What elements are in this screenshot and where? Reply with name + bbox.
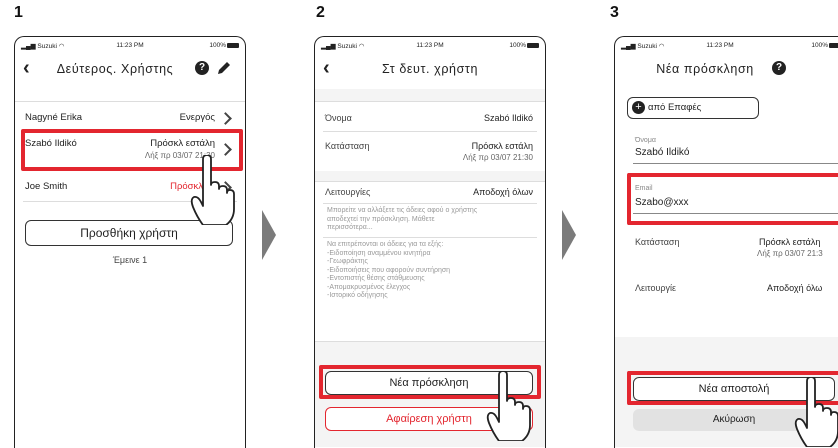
nav-bar: ‹ Στ δευτ. χρήστη [315, 55, 545, 85]
user-name: Joe Smith [25, 181, 68, 192]
back-icon[interactable]: ‹ [23, 57, 30, 80]
remaining-count: Έμεινε 1 [112, 255, 148, 265]
invite-expiry: Λήξ πρ 03/07 21:3 [757, 249, 823, 258]
name-label: Όνομα [325, 113, 352, 123]
step-number-3: 3 [610, 4, 619, 21]
phone-screen-1: ▂▄▆ Suzuki ◠ 11:23 PM 100% ‹ Δεύτερος. Χ… [14, 36, 246, 448]
user-row[interactable]: Nagyné Erika Ενεργός [15, 108, 245, 128]
edit-pencil-icon[interactable] [216, 60, 232, 76]
phone-screen-3: ▂▄▆ Suzuki ◠ 11:23 PM 100% Νέα πρόσκληση… [614, 36, 838, 448]
status-label: Κατάσταση [325, 141, 370, 151]
step-number-2: 2 [316, 4, 325, 21]
chevron-right-icon [219, 112, 232, 125]
functions-value: Αποδοχή όλω [767, 283, 823, 293]
status-row: Κατάσταση Πρόσκλ εστάλη Λήξ πρ 03/07 21:… [315, 137, 545, 167]
status-bar: ▂▄▆ Suzuki ◠ 11:23 PM 100% [15, 37, 245, 53]
tap-hand-icon [190, 155, 235, 225]
from-contacts-button[interactable]: + από Επαφές [627, 97, 759, 119]
name-value: Szabó Ildikó [483, 113, 533, 123]
status-value: Πρόσκλ εστάλη [759, 237, 821, 247]
battery-icon [527, 42, 539, 48]
page-title: Στ δευτ. χρήστη [381, 62, 479, 76]
status-bar: ▂▄▆ Suzuki ◠ 11:23 PM 100% [615, 37, 838, 53]
help-icon[interactable]: ? [772, 61, 786, 75]
permissions-list: Να επιτρέπονται οι άδειες για τα εξής: -… [327, 241, 451, 299]
status-value: Πρόσκλ εστάλη [471, 141, 533, 151]
nav-bar: ‹ Δεύτερος. Χρήστης ? [15, 55, 245, 85]
battery-icon [227, 42, 239, 48]
user-status: Ενεργός [179, 112, 215, 123]
status-label: Κατάσταση [635, 237, 680, 247]
nav-bar: Νέα πρόσκληση ? [615, 55, 838, 85]
name-field[interactable]: Szabó Ildikó [635, 147, 689, 158]
step-number-1: 1 [14, 4, 23, 21]
battery-icon [829, 42, 838, 48]
phone-screen-2: ▂▄▆ Suzuki ◠ 11:23 PM 100% ‹ Στ δευτ. χρ… [314, 36, 546, 448]
help-icon[interactable]: ? [195, 61, 209, 75]
functions-row: Λειτουργίες Αποδοχή όλων [315, 183, 545, 201]
highlight-box [627, 173, 838, 225]
functions-label: Λειτουργίε [635, 283, 677, 293]
next-step-arrow [262, 210, 276, 260]
next-step-arrow [562, 210, 576, 260]
tap-hand-icon [486, 371, 531, 441]
page-title: Νέα πρόσκληση [656, 62, 754, 76]
status-bar: ▂▄▆ Suzuki ◠ 11:23 PM 100% [315, 37, 545, 53]
user-name: Nagyné Erika [25, 112, 83, 123]
functions-row: Λειτουργίε Αποδοχή όλω [615, 279, 838, 297]
functions-label: Λειτουργίες [325, 187, 371, 197]
status-row: Κατάσταση Πρόσκλ εστάλη Λήξ πρ 03/07 21:… [615, 233, 838, 263]
name-field-label: Όνομα [635, 137, 656, 144]
plus-icon: + [632, 100, 645, 114]
name-row: Όνομα Szabó Ildikó [315, 109, 545, 127]
functions-value: Αποδοχή όλων [473, 187, 533, 197]
page-title: Δεύτερος. Χρήστης [56, 62, 174, 76]
info-text: Μπορείτε να αλλάξετε τις άδειες αφού ο χ… [327, 207, 478, 231]
invite-expiry: Λήξ πρ 03/07 21:30 [462, 153, 533, 162]
tap-hand-icon [794, 377, 838, 447]
